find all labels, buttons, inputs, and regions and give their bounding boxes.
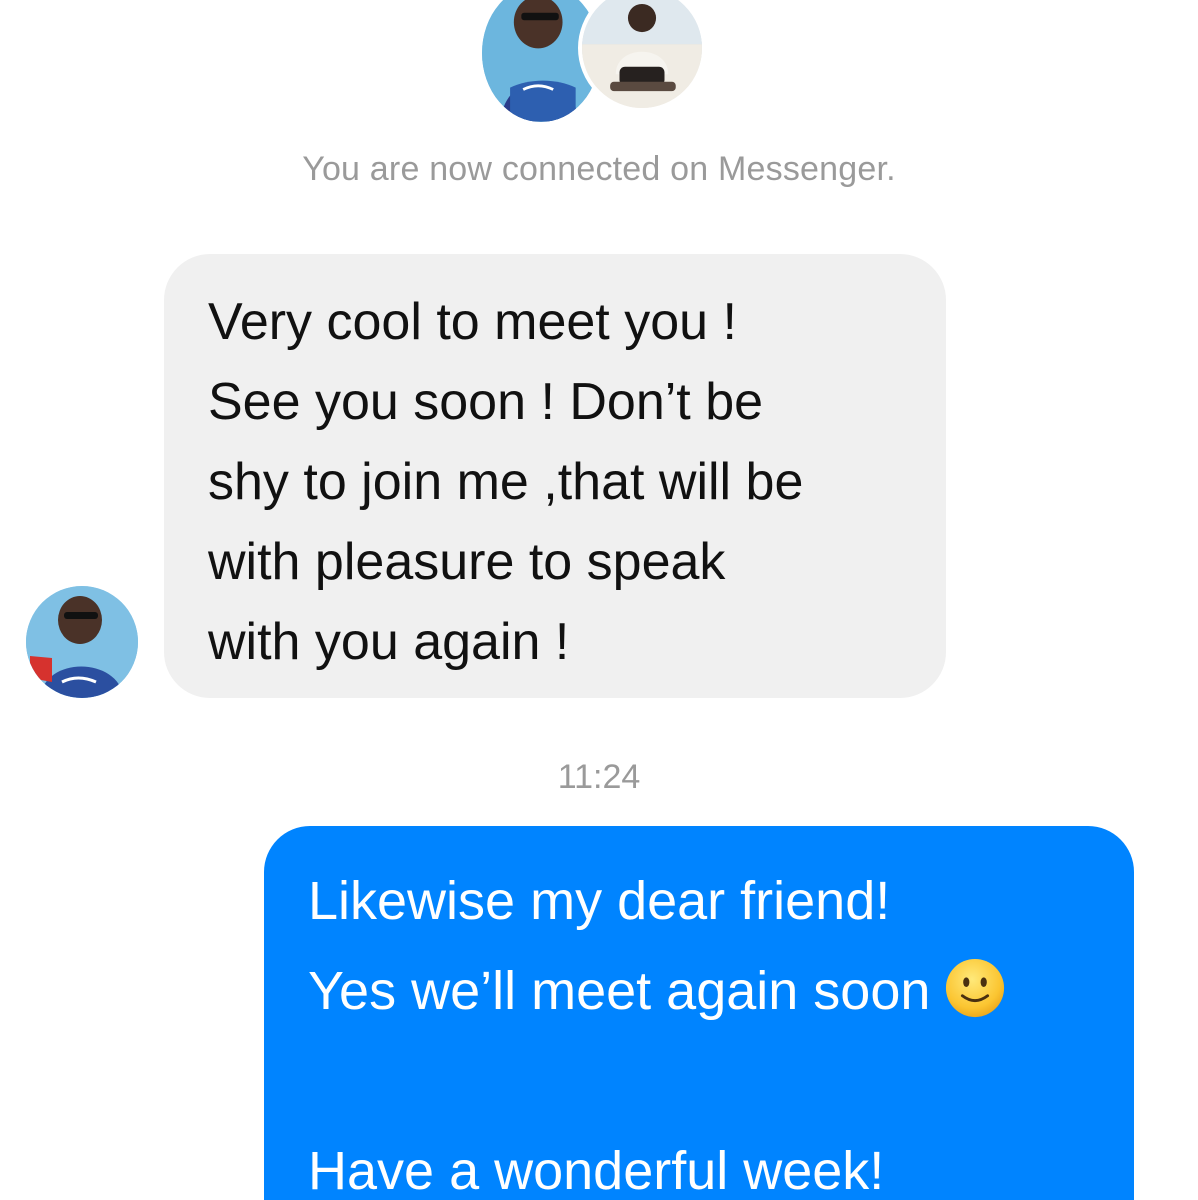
incoming-message-bubble[interactable]: Very cool to meet you ! See you soon ! D… [164,254,946,698]
messenger-conversation: You are now connected on Messenger. Very… [0,0,1198,1200]
message-line-blank [308,1036,1104,1126]
sender-avatar-icon[interactable] [26,586,138,698]
user-avatar-icon[interactable] [578,0,706,112]
message-line: See you soon ! Don’t be [208,373,764,431]
message-line-text: Yes we’ll meet again soon [308,961,931,1021]
slightly-smiling-face-icon [944,957,1006,1019]
connected-avatars [478,0,728,130]
message-line: with you again ! [208,613,570,671]
connected-notice: You are now connected on Messenger. [302,150,896,188]
message-line: shy to join me ,that will be [208,453,804,511]
message-line-with-emoji: Yes we’ll meet again soon [308,946,1104,1036]
message-line: with pleasure to speak [208,533,726,591]
message-line: Likewise my dear friend! [308,871,891,931]
message-line: Have a wonderful week! [308,1141,885,1200]
outgoing-message-bubble[interactable]: Likewise my dear friend! Yes we’ll meet … [264,826,1134,1200]
message-line: Very cool to meet you ! [208,293,737,351]
message-timestamp: 11:24 [557,758,641,796]
